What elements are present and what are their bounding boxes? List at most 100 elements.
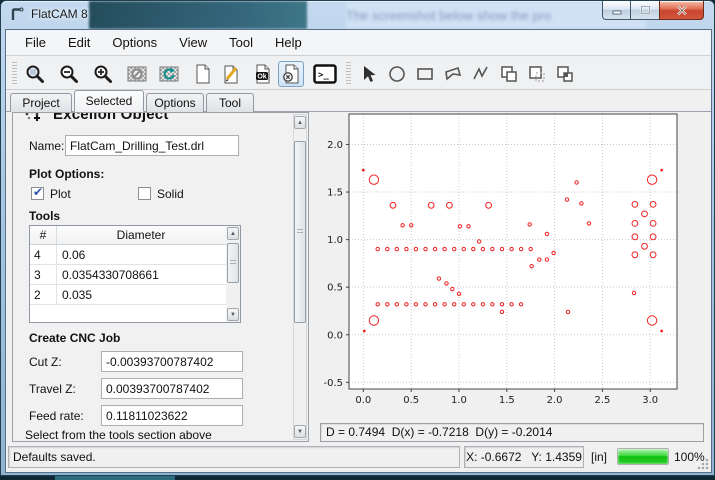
plot-options-label: Plot Options: <box>29 167 104 181</box>
tool-diameter-cell[interactable]: 0.0354330708661 <box>57 265 240 284</box>
svg-text:>_: >_ <box>318 71 329 81</box>
panel-scrollbar-thumb[interactable] <box>294 141 306 323</box>
cnc-section-title: Create CNC Job <box>29 331 120 345</box>
update-plot-button[interactable]: Ok <box>250 61 276 87</box>
circle-icon <box>387 64 407 84</box>
panel-scroll-down-icon[interactable]: ▼ <box>294 425 306 438</box>
y-tick-label: 2.0 <box>327 140 343 151</box>
plot-checkbox-box[interactable] <box>31 187 44 200</box>
plot-checkbox[interactable]: Plot <box>31 187 71 201</box>
drill-hole-marker <box>362 169 364 171</box>
tools-hint: Select from the tools section above <box>25 428 212 442</box>
draw-polygon-button[interactable] <box>440 61 466 87</box>
solid-checkbox[interactable]: Solid <box>138 187 184 201</box>
clear-plot-button[interactable] <box>124 61 150 87</box>
maximize-button[interactable] <box>631 1 659 20</box>
feedrate-label: Feed rate: <box>29 409 84 423</box>
tool-number-cell[interactable]: 3 <box>30 265 57 284</box>
replot-button[interactable] <box>156 61 182 87</box>
column-header-number[interactable]: # <box>30 226 57 244</box>
panel-heading-clip: Excellon Object <box>23 113 283 130</box>
edit-drawing-button[interactable] <box>218 61 244 87</box>
feedrate-input[interactable] <box>101 405 243 426</box>
menu-help[interactable]: Help <box>264 30 313 55</box>
zoom-in-icon <box>92 63 114 85</box>
table-scrollbar-thumb[interactable] <box>227 243 239 283</box>
tools-table-header: # Diameter <box>30 226 240 245</box>
solid-checkbox-box[interactable] <box>138 187 151 200</box>
tabbar: Project Selected Options Tool <box>6 90 711 112</box>
tool-diameter-cell[interactable]: 0.035 <box>57 285 240 304</box>
clear-plot-icon <box>126 63 148 85</box>
table-scrollbar[interactable]: ▲ ▼ <box>226 226 240 322</box>
draw-rectangle-button[interactable] <box>412 61 438 87</box>
column-header-diameter[interactable]: Diameter <box>57 226 225 244</box>
menu-edit[interactable]: Edit <box>57 30 101 55</box>
new-project-button[interactable] <box>190 61 216 87</box>
panel-splitter[interactable] <box>310 112 318 444</box>
titlebar[interactable]: The screenshot below show the pro FlatCA… <box>1 1 714 29</box>
select-arrow-icon <box>359 64 379 84</box>
cancel-document-icon <box>280 63 302 85</box>
select-tool-button[interactable] <box>356 61 382 87</box>
cutz-input[interactable] <box>101 351 243 372</box>
plot-panel[interactable]: 0.00.51.01.52.02.53.0-0.50.00.51.01.52.0 <box>318 112 708 423</box>
panel-scrollbar[interactable]: ▲ ▼ <box>293 114 307 440</box>
menu-view[interactable]: View <box>168 30 218 55</box>
travelz-input[interactable] <box>101 378 243 399</box>
zoom-out-button[interactable] <box>56 61 82 87</box>
tab-options[interactable]: Options <box>146 93 204 112</box>
console-icon: >_ <box>313 64 337 84</box>
table-scroll-down-icon[interactable]: ▼ <box>227 308 239 321</box>
plot-canvas[interactable]: 0.00.51.01.52.02.53.0-0.50.00.51.01.52.0 <box>318 112 708 423</box>
tools-label: Tools <box>29 209 60 223</box>
progress-bar <box>617 448 669 465</box>
zoom-in-button[interactable] <box>90 61 116 87</box>
tool-diameter-cell[interactable]: 0.06 <box>57 245 240 264</box>
union-button[interactable] <box>496 61 522 87</box>
tab-selected[interactable]: Selected <box>74 90 144 112</box>
x-tick-label: 3.0 <box>642 395 658 406</box>
x-tick-label: 1.5 <box>499 395 515 406</box>
menu-options[interactable]: Options <box>101 30 168 55</box>
tab-tool[interactable]: Tool <box>206 93 254 112</box>
intersect-icon <box>555 64 575 84</box>
travelz-label: Travel Z: <box>29 382 76 396</box>
table-row[interactable]: 2 0.035 <box>30 285 240 305</box>
x-tick-label: 0.0 <box>355 395 371 406</box>
resize-grip[interactable] <box>697 458 709 470</box>
toolbar-handle-2[interactable] <box>346 62 351 86</box>
polygon-icon <box>443 64 463 84</box>
excellon-object-icon <box>23 113 41 126</box>
table-row[interactable]: 4 0.06 <box>30 245 240 265</box>
drill-hole-marker <box>363 330 365 332</box>
toolbar-handle[interactable] <box>12 62 17 86</box>
table-row[interactable]: 3 0.0354330708661 <box>30 265 240 285</box>
console-button[interactable]: >_ <box>312 61 338 87</box>
menu-tool[interactable]: Tool <box>218 30 264 55</box>
tool-number-cell[interactable]: 2 <box>30 285 57 304</box>
panel-scroll-up-icon[interactable]: ▲ <box>294 116 306 129</box>
draw-polyline-button[interactable] <box>468 61 494 87</box>
zoom-fit-button[interactable] <box>22 61 48 87</box>
tab-project[interactable]: Project <box>10 93 72 112</box>
intersect-button[interactable] <box>552 61 578 87</box>
tool-number-cell[interactable]: 4 <box>30 245 57 264</box>
menu-file[interactable]: File <box>14 30 57 55</box>
plot-distance-readout: D = 0.7494 D(x) = -0.7218 D(y) = -0.2014 <box>320 423 704 442</box>
window-title: FlatCAM 8 <box>31 1 88 29</box>
svg-text:Ok: Ok <box>257 74 266 81</box>
y-tick-label: -0.5 <box>323 378 343 389</box>
units-label: [in] <box>591 450 607 464</box>
close-button[interactable] <box>659 1 704 20</box>
draw-circle-button[interactable] <box>384 61 410 87</box>
table-scroll-up-icon[interactable]: ▲ <box>227 227 239 240</box>
client-area: File Edit Options View Tool Help <box>5 29 712 473</box>
maximize-icon <box>640 5 651 15</box>
subtract-button[interactable] <box>524 61 550 87</box>
cancel-edit-button[interactable] <box>278 61 304 87</box>
minimize-button[interactable] <box>602 1 631 20</box>
flatcam-window: The screenshot below show the pro FlatCA… <box>0 0 715 476</box>
mouse-coordinates: X: -0.6672 Y: 1.4359 <box>464 446 584 468</box>
name-input[interactable] <box>65 135 239 156</box>
